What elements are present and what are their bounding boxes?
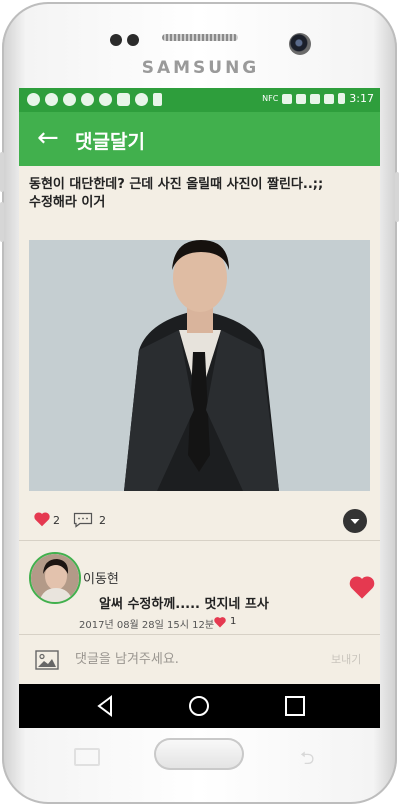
arrow-back-icon[interactable]: ← [37, 124, 59, 152]
status-right: NFC 3:17 [262, 92, 374, 105]
comment-count: 2 [99, 514, 106, 527]
comment-input[interactable] [75, 648, 305, 670]
wifi-icon [296, 93, 307, 104]
avatar[interactable] [29, 552, 81, 604]
front-camera [289, 33, 311, 55]
comment-text: 알써 수정하께..... 멋지네 프사 [99, 597, 269, 612]
pinterest-icon [81, 93, 94, 106]
nav-home-icon[interactable] [185, 692, 213, 720]
nfc-label: NFC [262, 94, 279, 103]
notification-icon [27, 93, 40, 106]
brand-logo: SAMSUNG [141, 58, 260, 78]
home-key [154, 738, 244, 770]
divider [19, 540, 380, 541]
comment-icon[interactable] [73, 512, 93, 528]
back-key: ⮌ [300, 748, 315, 769]
heart-icon[interactable] [213, 616, 227, 628]
sensor-dot [110, 34, 122, 46]
post-text: 동현이 대단한데? 근데 사진 올릴때 사진이 짤린다..;; 수정해라 이거 [29, 176, 369, 212]
like-comment-heart-icon[interactable] [348, 574, 376, 600]
recents-key [74, 748, 100, 766]
volume-down-button [0, 202, 4, 242]
comment-author: 이동현 [83, 572, 119, 587]
app-icon [117, 93, 130, 106]
navigation-bar [19, 684, 380, 728]
heart-icon[interactable] [33, 511, 51, 527]
usb-icon [153, 93, 162, 106]
comment-timestamp: 2017년 08월 28일 15시 12분 [79, 620, 215, 631]
post-photo[interactable] [29, 240, 370, 491]
comment-like-count: 1 [230, 616, 237, 627]
app-icon [135, 93, 148, 106]
send-button[interactable]: 보내기 [331, 651, 361, 667]
avatar-image [31, 554, 79, 602]
android-icon [99, 93, 112, 106]
lte-icon [310, 93, 321, 104]
app-bar: ← 댓글달기 [19, 112, 380, 166]
screen: NFC 3:17 ← 댓글달기 동현이 대단한데? 근데 사진 올릴때 사진이 … [19, 88, 380, 728]
post-actions: 2 2 [19, 506, 380, 538]
post-text-line: 동현이 대단한데? 근데 사진 올릴때 사진이 짤린다..;; [29, 177, 324, 192]
caret-down-icon [350, 519, 360, 524]
status-time: 3:17 [349, 92, 374, 105]
image-icon[interactable] [35, 650, 59, 670]
signal-icon [324, 93, 335, 104]
earpiece-speaker [162, 34, 238, 41]
vibrate-icon [282, 93, 293, 104]
page-title: 댓글달기 [75, 131, 145, 153]
post-text-line: 수정해라 이거 [29, 195, 106, 210]
like-count: 2 [53, 514, 60, 527]
nav-recents-icon[interactable] [281, 692, 309, 720]
pinterest-icon [45, 93, 58, 106]
status-bar: NFC 3:17 [19, 88, 380, 112]
comment-composer: 보내기 [19, 636, 380, 684]
notification-icons [27, 93, 162, 106]
divider [19, 634, 380, 635]
nav-back-icon[interactable] [91, 692, 119, 720]
battery-icon [338, 93, 346, 104]
pinterest-icon [63, 93, 76, 106]
sensor-dot [127, 34, 139, 46]
menu-down-icon[interactable] [343, 509, 367, 533]
volume-up-button [0, 152, 4, 192]
power-button [395, 172, 399, 222]
portrait-image [29, 240, 370, 491]
